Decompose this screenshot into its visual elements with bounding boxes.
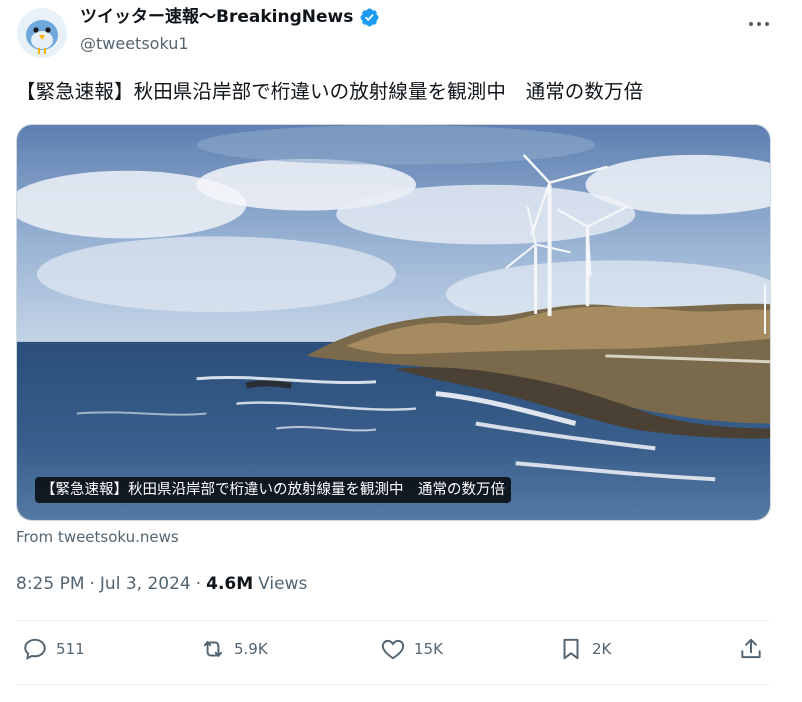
bookmark-icon xyxy=(563,638,579,660)
verified-badge-icon xyxy=(359,7,380,28)
more-dots-icon[interactable] xyxy=(748,14,770,26)
like-count: 15K xyxy=(414,640,443,658)
divider xyxy=(16,684,770,685)
like-button[interactable]: 15K xyxy=(380,636,443,662)
author-handle[interactable]: @tweetsoku1 xyxy=(80,34,189,53)
meta-separator: · xyxy=(195,574,202,594)
tweet-meta: 8:25 PM · Jul 3, 2024 · 4.6M Views xyxy=(16,574,307,594)
action-bar: 511 5.9K 15K 2K xyxy=(0,636,802,670)
bookmark-count: 2K xyxy=(592,640,612,658)
speech-bubble-icon xyxy=(24,638,46,660)
retweet-button[interactable]: 5.9K xyxy=(200,636,268,662)
tweet-text: 【緊急速報】秋田県沿岸部で桁違いの放射線量を観測中 通常の数万倍 xyxy=(16,80,644,103)
views-count: 4.6M xyxy=(206,574,254,594)
source-link[interactable]: From tweetsoku.news xyxy=(16,528,179,546)
author-name-row[interactable]: ツイッター速報〜BreakingNews xyxy=(80,6,380,28)
divider xyxy=(16,620,770,621)
media-caption: 【緊急速報】秋田県沿岸部で桁違いの放射線量を観測中 通常の数万倍 xyxy=(35,477,511,503)
avatar[interactable] xyxy=(17,8,67,58)
tweet-media-photo[interactable]: 【緊急速報】秋田県沿岸部で桁違いの放射線量を観測中 通常の数万倍 xyxy=(16,124,771,521)
coastal-wind-turbine-photo xyxy=(17,125,770,520)
share-button[interactable] xyxy=(738,636,764,662)
share-upload-icon xyxy=(741,638,761,659)
author-name[interactable]: ツイッター速報〜BreakingNews xyxy=(80,6,353,28)
post-time[interactable]: 8:25 PM xyxy=(16,574,85,594)
reply-button[interactable]: 511 xyxy=(22,636,85,662)
retweet-arrows-icon xyxy=(203,640,223,658)
retweet-count: 5.9K xyxy=(234,640,268,658)
heart-icon xyxy=(381,639,405,660)
tweet-header: ツイッター速報〜BreakingNews @tweetsoku1 xyxy=(0,0,802,64)
meta-separator: · xyxy=(89,574,95,594)
post-date[interactable]: Jul 3, 2024 xyxy=(100,574,191,594)
reply-count: 511 xyxy=(56,640,85,658)
views-label: Views xyxy=(258,574,308,594)
bookmark-button[interactable]: 2K xyxy=(558,636,611,662)
